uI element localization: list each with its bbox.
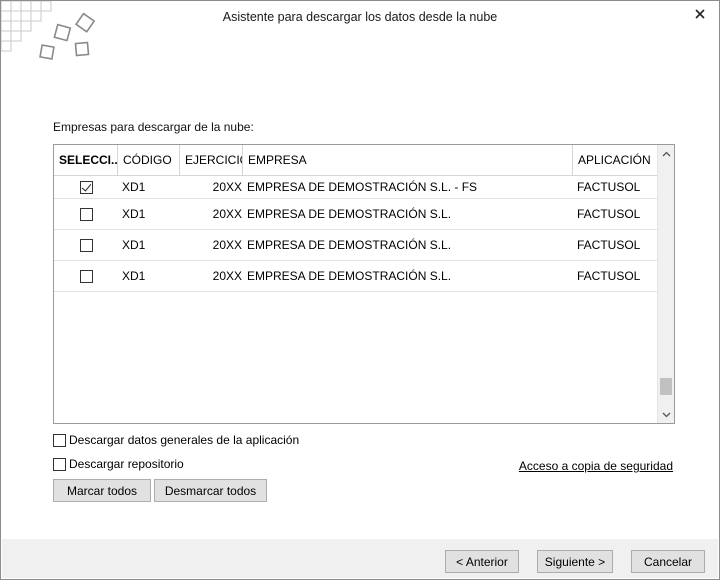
cell-ejercicio: 20XX: [212, 269, 242, 283]
window-title: Asistente para descargar los datos desde…: [222, 10, 498, 24]
backup-access-link[interactable]: Acceso a copia de seguridad: [519, 459, 673, 473]
row-select-checkbox[interactable]: [80, 180, 93, 194]
datos-generales-label: Descargar datos generales de la aplicaci…: [69, 433, 300, 447]
cell-empresa: EMPRESA DE DEMOSTRACIÓN S.L. - FS: [247, 180, 478, 194]
close-icon: [695, 9, 705, 19]
vertical-scrollbar[interactable]: [657, 145, 674, 423]
column-header-seleccion[interactable]: SELECCI...: [54, 145, 118, 175]
cell-codigo: XD1: [122, 269, 146, 283]
grid-header: SELECCI... CÓDIGO EJERCICIO EMPRESA APLI…: [54, 145, 658, 176]
cancelar-button[interactable]: Cancelar: [631, 550, 705, 573]
datos-generales-checkbox[interactable]: [53, 433, 66, 447]
table-row[interactable]: XD1 20XX EMPRESA DE DEMOSTRACIÓN S.L. - …: [54, 176, 658, 199]
row-select-checkbox[interactable]: [80, 269, 93, 283]
column-header-empresa[interactable]: EMPRESA: [243, 145, 573, 175]
row-select-checkbox[interactable]: [80, 238, 93, 252]
repositorio-label: Descargar repositorio: [69, 457, 184, 471]
anterior-button[interactable]: < Anterior: [445, 550, 519, 573]
option-repositorio[interactable]: Descargar repositorio: [53, 457, 184, 471]
cell-aplicacion: FACTUSOL: [577, 207, 641, 221]
column-header-aplicacion[interactable]: APLICACIÓN: [573, 145, 658, 175]
scroll-thumb[interactable]: [660, 378, 672, 395]
cell-ejercicio: 20XX: [212, 207, 242, 221]
column-header-ejercicio[interactable]: EJERCICIO: [180, 145, 243, 175]
table-row[interactable]: XD1 20XX EMPRESA DE DEMOSTRACIÓN S.L. FA…: [54, 261, 658, 292]
cell-empresa: EMPRESA DE DEMOSTRACIÓN S.L.: [247, 269, 452, 283]
desmarcar-todos-button[interactable]: Desmarcar todos: [154, 479, 267, 502]
row-select-checkbox[interactable]: [80, 207, 93, 221]
cell-codigo: XD1: [122, 180, 146, 194]
siguiente-button[interactable]: Siguiente >: [537, 550, 613, 573]
cell-ejercicio: 20XX: [212, 180, 242, 194]
cell-codigo: XD1: [122, 238, 146, 252]
wizard-window: Asistente para descargar los datos desde…: [0, 0, 720, 580]
grid-rows: XD1 20XX EMPRESA DE DEMOSTRACIÓN S.L. - …: [54, 176, 658, 292]
marcar-todos-button[interactable]: Marcar todos: [53, 479, 151, 502]
cell-aplicacion: FACTUSOL: [577, 180, 641, 194]
close-button[interactable]: [689, 4, 711, 24]
table-row[interactable]: XD1 20XX EMPRESA DE DEMOSTRACIÓN S.L. FA…: [54, 230, 658, 261]
option-datos-generales[interactable]: Descargar datos generales de la aplicaci…: [53, 433, 299, 447]
column-header-codigo[interactable]: CÓDIGO: [118, 145, 180, 175]
cell-ejercicio: 20XX: [212, 238, 242, 252]
cell-aplicacion: FACTUSOL: [577, 238, 641, 252]
cell-empresa: EMPRESA DE DEMOSTRACIÓN S.L.: [247, 238, 452, 252]
cell-empresa: EMPRESA DE DEMOSTRACIÓN S.L.: [247, 207, 452, 221]
companies-grid[interactable]: SELECCI... CÓDIGO EJERCICIO EMPRESA APLI…: [53, 144, 675, 424]
scroll-up-button[interactable]: [658, 145, 674, 162]
repositorio-checkbox[interactable]: [53, 457, 66, 471]
scroll-down-button[interactable]: [658, 406, 674, 423]
chevron-down-icon: [662, 412, 670, 417]
table-row[interactable]: XD1 20XX EMPRESA DE DEMOSTRACIÓN S.L. FA…: [54, 199, 658, 230]
cell-aplicacion: FACTUSOL: [577, 269, 641, 283]
chevron-up-icon: [662, 151, 670, 156]
companies-label: Empresas para descargar de la nube:: [53, 120, 254, 134]
cell-codigo: XD1: [122, 207, 146, 221]
